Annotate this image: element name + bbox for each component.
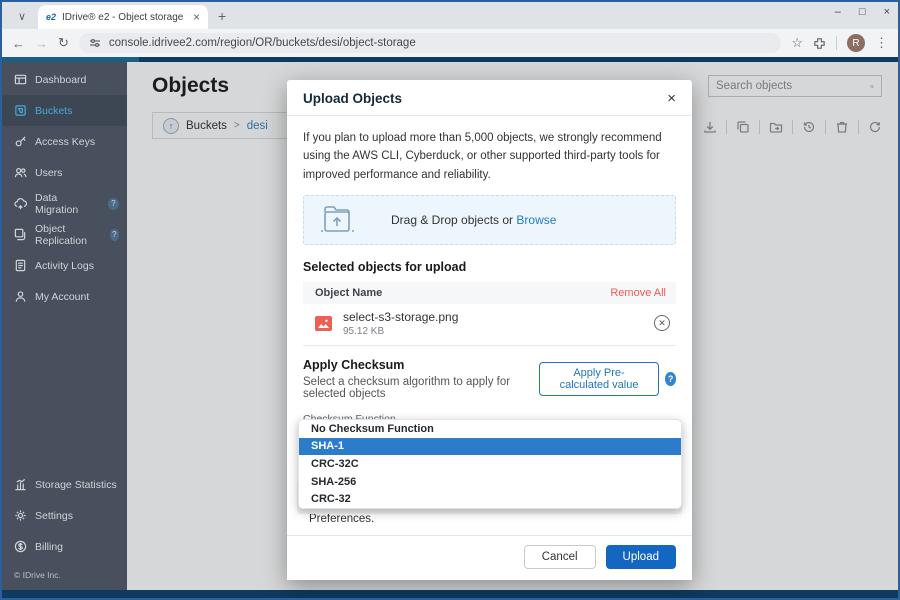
sidebar-item-object-replication[interactable]: Object Replication ? — [2, 219, 127, 250]
apply-checksum-heading: Apply Checksum — [303, 358, 405, 373]
sidebar-item-storage-statistics[interactable]: Storage Statistics — [2, 469, 127, 500]
option-crc-32c[interactable]: CRC-32C — [299, 455, 681, 473]
tab-search-icon[interactable]: ∨ — [10, 6, 34, 26]
close-icon[interactable]: × — [667, 91, 676, 106]
upload-info-text: If you plan to upload more than 5,000 ob… — [303, 132, 662, 181]
modal-title: Upload Objects — [303, 91, 403, 106]
sidebar-item-buckets[interactable]: Buckets — [2, 95, 127, 126]
window-minimize-button[interactable]: – — [835, 6, 841, 18]
file-name: select-s3-storage.png — [343, 309, 459, 324]
checksum-options-dropdown: No Checksum Function SHA-1 CRC-32C SHA-2… — [298, 419, 682, 509]
sidebar-nav: Dashboard Buckets Access Keys Users Data… — [2, 62, 127, 590]
browser-profile-avatar[interactable]: R — [847, 34, 865, 52]
sidebar-item-label: Storage Statistics — [35, 478, 117, 491]
window-close-button[interactable]: × — [884, 6, 890, 18]
file-row: select-s3-storage.png 95.12 KB ✕ — [303, 304, 676, 342]
modal-header: Upload Objects × — [287, 80, 692, 116]
sidebar-item-my-account[interactable]: My Account — [2, 281, 127, 312]
window-maximize-button[interactable]: □ — [859, 6, 866, 18]
dashboard-icon — [14, 74, 27, 85]
cancel-button[interactable]: Cancel — [523, 545, 596, 569]
sidebar-item-settings[interactable]: Settings — [2, 500, 127, 531]
sidebar-item-label: Users — [35, 166, 63, 179]
activity-logs-icon — [15, 259, 26, 272]
browser-tab[interactable]: e2 IDrive® e2 - Object storage × — [38, 5, 208, 29]
sidebar-item-label: Buckets — [35, 104, 73, 117]
my-account-icon — [15, 291, 26, 302]
tab-close-icon[interactable]: × — [193, 10, 200, 24]
copyright-label: © IDrive Inc. — [14, 570, 61, 580]
selected-objects-heading: Selected objects for upload — [303, 260, 467, 275]
file-list-header: Object Name Remove All — [303, 282, 676, 305]
sidebar-item-activity-logs[interactable]: Activity Logs — [2, 250, 127, 281]
checksum-help-icon[interactable]: ? — [665, 372, 676, 387]
access-keys-icon — [15, 136, 26, 147]
back-icon[interactable]: ← — [12, 36, 25, 51]
option-sha-256[interactable]: SHA-256 — [299, 473, 681, 491]
option-no-checksum-function[interactable]: No Checksum Function — [299, 420, 681, 438]
sidebar-item-users[interactable]: Users — [2, 157, 127, 188]
help-badge[interactable]: ? — [107, 197, 119, 210]
url-text[interactable]: console.idrivee2.com/region/OR/buckets/d… — [109, 37, 416, 49]
modal-body: If you plan to upload more than 5,000 ob… — [287, 116, 692, 455]
help-badge[interactable]: ? — [109, 228, 119, 241]
buckets-icon — [15, 105, 26, 116]
file-size: 95.12 KB — [343, 325, 385, 337]
object-replication-icon — [14, 228, 26, 241]
sidebar-item-label: Billing — [35, 540, 64, 553]
remove-file-icon[interactable]: ✕ — [654, 315, 670, 332]
checksum-subtitle: Select a checksum algorithm to apply for… — [303, 376, 511, 401]
sidebar-item-label: My Account — [35, 290, 90, 303]
users-icon — [14, 167, 27, 178]
bookmark-star-icon[interactable]: ☆ — [791, 35, 803, 51]
extensions-icon[interactable] — [813, 37, 826, 50]
modal-footer: Cancel Upload — [287, 535, 692, 580]
sidebar-item-access-keys[interactable]: Access Keys — [2, 126, 127, 157]
divider — [836, 36, 837, 50]
drag-drop-zone[interactable]: Drag & Drop objects or Browse — [303, 195, 676, 246]
tab-favicon: e2 — [46, 12, 57, 22]
forward-icon[interactable]: → — [35, 36, 48, 51]
app-footer-bar — [2, 590, 898, 598]
tab-title: IDrive® e2 - Object storage — [62, 11, 184, 23]
site-info-icon[interactable] — [89, 37, 101, 49]
upload-objects-modal: Upload Objects × If you plan to upload m… — [287, 80, 692, 580]
url-field[interactable]: console.idrivee2.com/region/OR/buckets/d… — [78, 33, 782, 53]
browse-link[interactable]: Browse — [516, 213, 556, 227]
upload-button[interactable]: Upload — [605, 545, 676, 569]
storage-statistics-icon — [15, 478, 26, 491]
reload-icon[interactable]: ↻ — [58, 35, 69, 51]
sidebar-item-label: Data Migration — [35, 191, 79, 216]
option-sha-1[interactable]: SHA-1 — [299, 437, 681, 456]
browser-url-bar: ← → ↻ console.idrivee2.com/region/OR/buc… — [2, 29, 898, 57]
sidebar-item-label: Activity Logs — [35, 259, 94, 272]
divider — [303, 345, 676, 347]
object-name-column-header: Object Name — [315, 287, 383, 300]
browser-menu-icon[interactable]: ⋮ — [875, 35, 888, 51]
sidebar-item-label: Access Keys — [35, 135, 96, 148]
option-crc-32[interactable]: CRC-32 — [299, 490, 681, 508]
billing-icon — [14, 540, 27, 553]
apply-checksum-section: Apply Checksum Select a checksum algorit… — [303, 358, 676, 400]
remove-all-link[interactable]: Remove All — [610, 287, 666, 299]
apply-precalculated-value-button[interactable]: Apply Pre-calculated value — [538, 362, 660, 397]
sidebar-item-label: Settings — [35, 509, 73, 522]
data-migration-icon — [14, 198, 27, 210]
sidebar-item-label: Dashboard — [35, 73, 87, 86]
sidebar-item-label: Object Replication — [35, 222, 87, 247]
upload-folder-icon — [321, 206, 355, 232]
new-tab-button[interactable]: + — [218, 8, 226, 24]
settings-gear-icon — [15, 510, 26, 521]
image-file-icon — [315, 315, 332, 331]
browser-tab-strip: ∨ e2 IDrive® e2 - Object storage × + – □… — [2, 2, 898, 29]
screenshot-root: ∨ e2 IDrive® e2 - Object storage × + – □… — [0, 0, 900, 600]
sidebar-item-dashboard[interactable]: Dashboard — [2, 64, 127, 95]
dropzone-text: Drag & Drop objects or Browse — [391, 213, 557, 228]
sidebar-item-data-migration[interactable]: Data Migration ? — [2, 188, 127, 219]
sidebar-item-billing[interactable]: Billing — [2, 531, 127, 562]
